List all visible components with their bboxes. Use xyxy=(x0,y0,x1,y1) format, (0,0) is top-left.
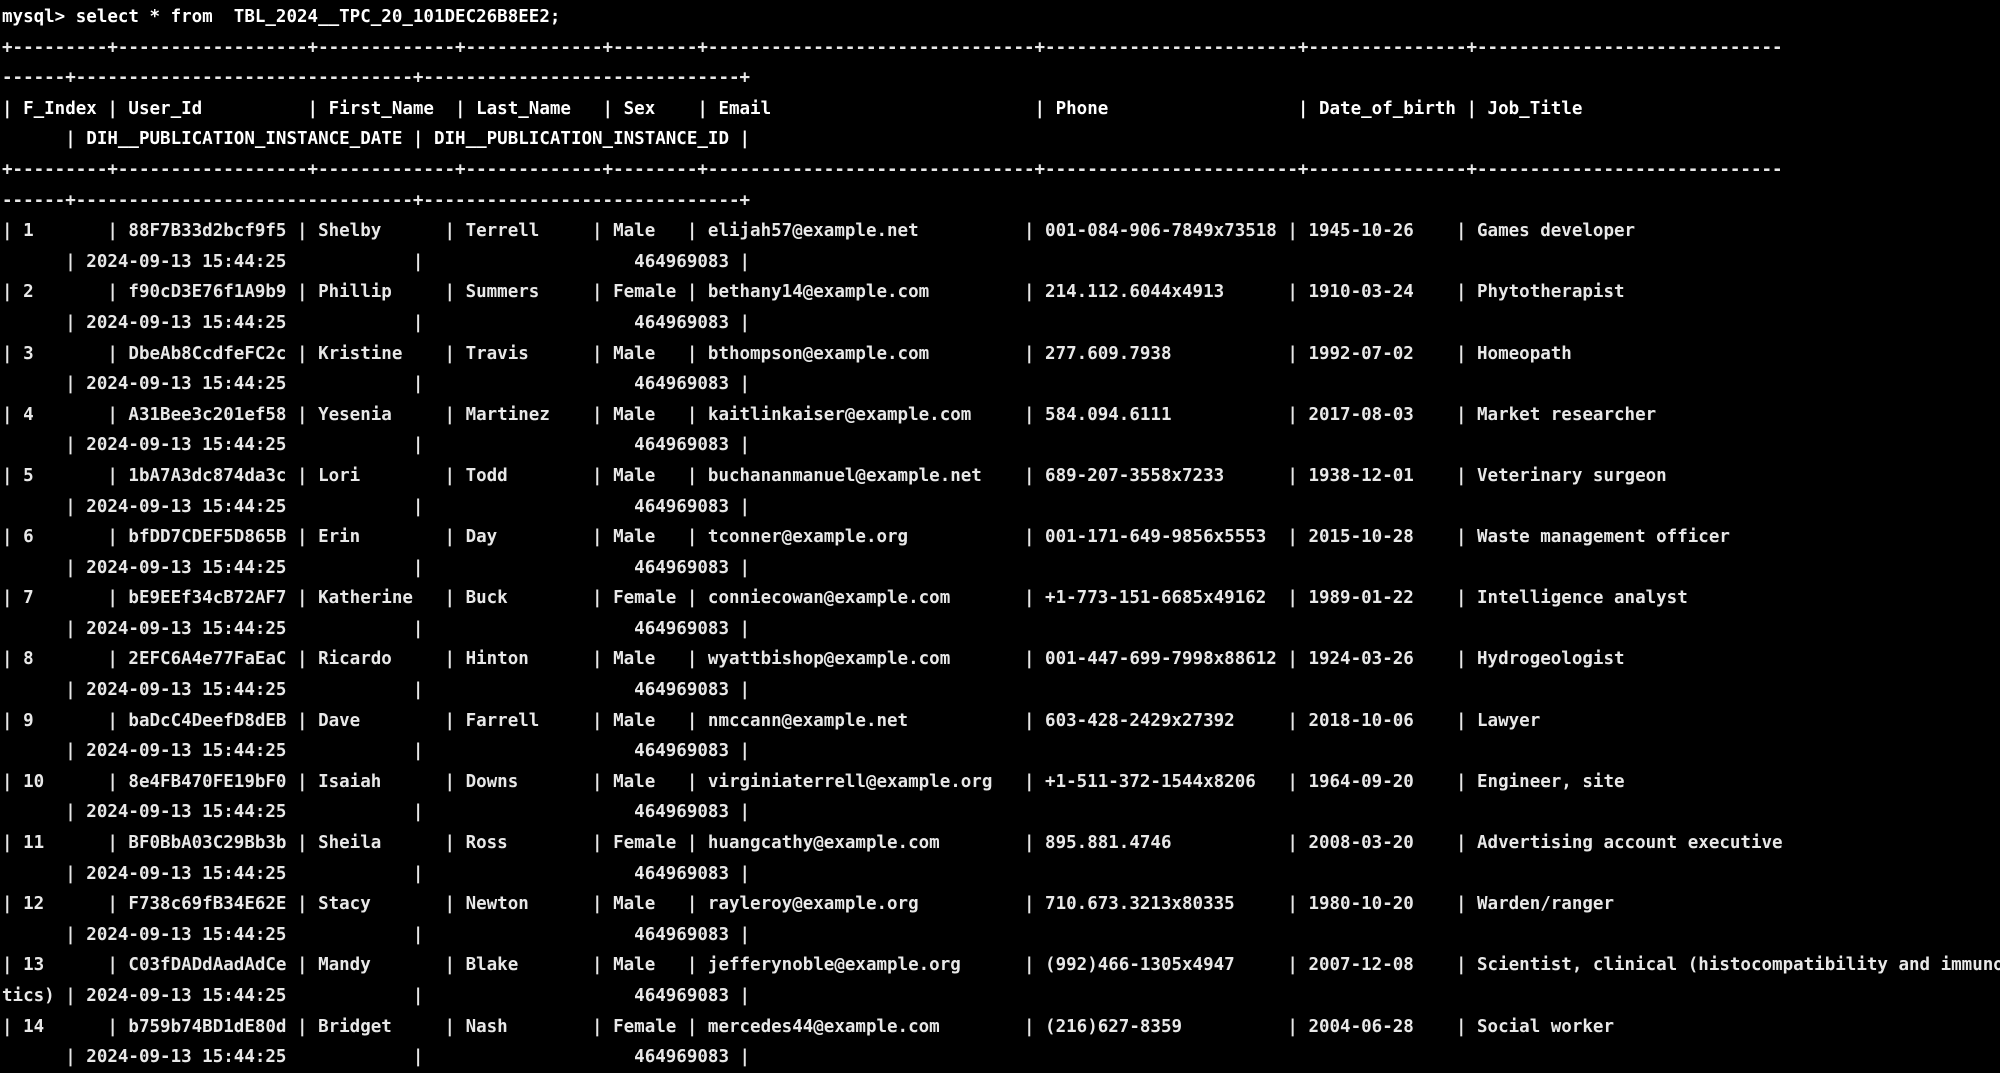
terminal-line-data: | 2024-09-13 15:44:25 | 464969083 | xyxy=(2,618,751,639)
terminal-line-rule: +---------+------------------+----------… xyxy=(2,37,1783,58)
terminal-line-head: | F_Index | User_Id | First_Name | Last_… xyxy=(2,98,1583,119)
terminal-line-data: | 2024-09-13 15:44:25 | 464969083 | xyxy=(2,924,751,945)
terminal-line-data: | 8 | 2EFC6A4e77FaEaC | Ricardo | Hinton… xyxy=(2,649,1625,670)
terminal-window[interactable]: mysql> select * from TBL_2024__TPC_20_10… xyxy=(0,0,2000,1067)
terminal-line-rule: ------+--------------------------------+… xyxy=(2,190,751,211)
terminal-line-data: | 10 | 8e4FB470FE19bF0 | Isaiah | Downs … xyxy=(2,771,1625,792)
terminal-line-data: | 4 | A31Bee3c201ef58 | Yesenia | Martin… xyxy=(2,404,1657,425)
terminal-line-data: | 11 | BF0BbA03C29Bb3b | Sheila | Ross |… xyxy=(2,833,1783,854)
terminal-line-data: | 2024-09-13 15:44:25 | 464969083 | xyxy=(2,496,751,517)
terminal-line-data: | 2024-09-13 15:44:25 | 464969083 | xyxy=(2,251,751,272)
terminal-line-rule: ------+--------------------------------+… xyxy=(2,68,751,89)
terminal-line-data: | 14 | b759b74BD1dE80d | Bridget | Nash … xyxy=(2,1016,1614,1037)
terminal-line-data: | 9 | baDcC4DeefD8dEB | Dave | Farrell |… xyxy=(2,710,1541,731)
terminal-line-data: | 2024-09-13 15:44:25 | 464969083 | xyxy=(2,802,751,823)
terminal-line-data: | 2024-09-13 15:44:25 | 464969083 | xyxy=(2,312,751,333)
terminal-line-data: | 2024-09-13 15:44:25 | 464969083 | xyxy=(2,435,751,456)
terminal-line-data: | 6 | bfDD7CDEF5D865B | Erin | Day | Mal… xyxy=(2,527,1730,548)
terminal-line-data: | 2 | f90cD3E76f1A9b9 | Phillip | Summer… xyxy=(2,282,1625,303)
terminal-line-data: | 3 | DbeAb8CcdfeFC2c | Kristine | Travi… xyxy=(2,343,1572,364)
terminal-line-rule: +---------+------------------+----------… xyxy=(2,159,1783,180)
terminal-line-data: | 2024-09-13 15:44:25 | 464969083 | xyxy=(2,1047,751,1068)
terminal-line-data: | 2024-09-13 15:44:25 | 464969083 | xyxy=(2,680,751,701)
terminal-line-data: | 2024-09-13 15:44:25 | 464969083 | xyxy=(2,863,751,884)
terminal-line-prompt: mysql> select * from TBL_2024__TPC_20_10… xyxy=(2,7,561,27)
terminal-line-data: | 1 | 88F7B33d2bcf9f5 | Shelby | Terrell… xyxy=(2,221,1636,242)
terminal-line-data: | 2024-09-13 15:44:25 | 464969083 | xyxy=(2,557,751,578)
terminal-line-data: | 12 | F738c69fB34E62E | Stacy | Newton … xyxy=(2,894,1614,915)
terminal-line-data: | 13 | C03fDADdAadAdCe | Mandy | Blake |… xyxy=(2,955,2000,976)
terminal-line-data: | 2024-09-13 15:44:25 | 464969083 | xyxy=(2,741,751,762)
terminal-line-data: | 5 | 1bA7A3dc874da3c | Lori | Todd | Ma… xyxy=(2,465,1667,486)
terminal-line-data: tics) | 2024-09-13 15:44:25 | 464969083 … xyxy=(2,986,751,1006)
terminal-line-head: | DIH__PUBLICATION_INSTANCE_DATE | DIH__… xyxy=(2,129,751,150)
terminal-line-data: | 7 | bE9EEf34cB72AF7 | Katherine | Buck… xyxy=(2,588,1688,609)
terminal-line-data: | 2024-09-13 15:44:25 | 464969083 | xyxy=(2,374,751,395)
